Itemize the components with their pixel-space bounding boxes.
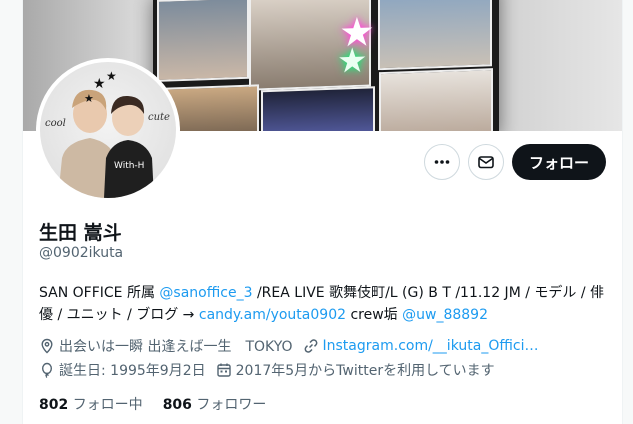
left-background xyxy=(0,0,22,424)
more-button[interactable] xyxy=(423,144,460,180)
avatar-cool-text: cool xyxy=(45,118,66,129)
bio-text: /REA LIVE 歌舞伎町/L (G) B T /11.12 JM / モデル… xyxy=(252,285,605,301)
birthday-item: 誕生日: 1995年9月2日 xyxy=(39,360,206,380)
follow-stats: 802 フォロー中 806 フォロワー xyxy=(39,394,266,414)
link-icon xyxy=(304,339,317,353)
profile-avatar[interactable]: With-H ★ ★ ★ cool cute xyxy=(40,62,176,198)
location-item: 出会いは一瞬 出逢えば一生 TOKYO xyxy=(39,336,293,356)
collage-photo xyxy=(163,84,259,131)
location-pin-icon xyxy=(41,338,53,354)
star-decoration-icon: ★ xyxy=(337,40,368,82)
balloon-icon xyxy=(41,362,53,378)
profile-actions: フォロー xyxy=(423,144,606,180)
collage-photo xyxy=(378,0,492,71)
profile-column: ★ ★ With-H ★ ★ ★ cool cute フォロー 生田 嵩斗 @0… xyxy=(22,0,623,424)
location-text: 出会いは一瞬 出逢えば一生 TOKYO xyxy=(59,339,293,355)
website-link[interactable]: Instagram.com/__ikuta_Offici… xyxy=(323,338,539,354)
message-button[interactable] xyxy=(467,144,504,180)
avatar-cute-text: cute xyxy=(148,112,170,123)
avatar-shirt-text: With-H xyxy=(114,161,144,171)
banner-photo-collage: ★ ★ xyxy=(153,0,499,131)
profile-bio: SAN OFFICE 所属 @sanoffice_3 /REA LIVE 歌舞伎… xyxy=(39,282,609,326)
following-label: フォロー中 xyxy=(72,397,143,413)
followers-label: フォロワー xyxy=(196,397,267,413)
avatar-photo: With-H ★ ★ ★ cool cute xyxy=(45,69,170,198)
followers-link[interactable]: 806 フォロワー xyxy=(163,394,267,414)
bio-text: SAN OFFICE 所属 xyxy=(39,285,160,301)
bio-text: 優 / ユニット / ブログ → xyxy=(39,307,199,323)
star-doodle-icon: ★ xyxy=(84,92,94,105)
user-handle: @0902ikuta xyxy=(39,245,124,261)
website-item: Instagram.com/__ikuta_Offici… xyxy=(303,338,539,354)
following-link[interactable]: 802 フォロー中 xyxy=(39,394,143,414)
profile-meta-row: 誕生日: 1995年9月2日 2017年5月からTwitterを利用しています xyxy=(39,360,614,380)
birthday-text: 誕生日: 1995年9月2日 xyxy=(59,363,206,379)
more-icon xyxy=(434,160,450,164)
profile-meta-row: 出会いは一瞬 出逢えば一生 TOKYO Instagram.com/__ikut… xyxy=(39,336,614,356)
mail-icon xyxy=(478,156,494,169)
joined-text: 2017年5月からTwitterを利用しています xyxy=(235,363,495,379)
followers-count: 806 xyxy=(162,397,192,413)
bio-text: crew垢 xyxy=(346,307,403,323)
bio-link-candy[interactable]: candy.am/youta0902 xyxy=(199,307,346,323)
bio-mention-uw[interactable]: @uw_88892 xyxy=(402,307,488,323)
follow-button[interactable]: フォロー xyxy=(511,144,606,180)
bio-mention-sanoffice[interactable]: @sanoffice_3 xyxy=(159,285,252,301)
display-name: 生田 嵩斗 xyxy=(39,222,122,244)
star-doodle-icon: ★ xyxy=(93,76,106,92)
following-count: 802 xyxy=(39,397,69,413)
joined-item: 2017年5月からTwitterを利用しています xyxy=(216,360,495,380)
calendar-icon xyxy=(216,363,231,377)
collage-photo xyxy=(261,86,375,131)
star-doodle-icon: ★ xyxy=(106,69,117,83)
collage-photo xyxy=(379,68,493,131)
